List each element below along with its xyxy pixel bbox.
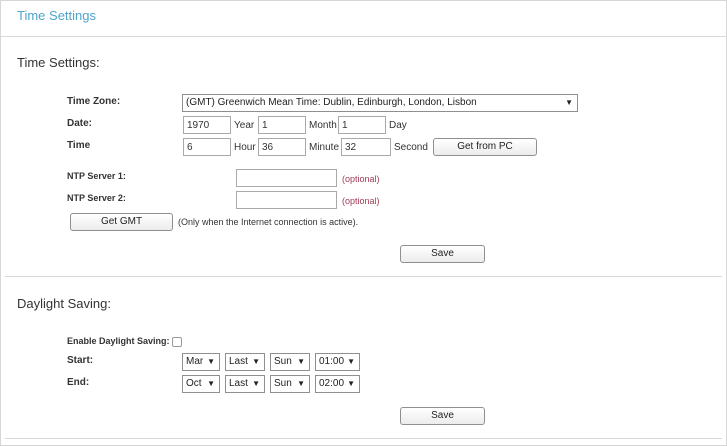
enable-daylight-saving-checkbox[interactable] (172, 337, 182, 347)
ntp-server-2-label: NTP Server 2: (67, 193, 126, 203)
get-from-pc-button[interactable]: Get from PC (433, 138, 537, 156)
start-week-value: Last (229, 356, 248, 367)
start-time-select[interactable]: 01:00 ▼ (315, 353, 360, 371)
month-unit: Month (309, 120, 337, 131)
time-zone-select[interactable]: (GMT) Greenwich Mean Time: Dublin, Edinb… (182, 94, 578, 112)
ntp-server-1-label: NTP Server 1: (67, 171, 126, 181)
daylight-saving-heading: Daylight Saving: (17, 296, 111, 311)
end-month-select[interactable]: Oct ▼ (182, 375, 220, 393)
chevron-down-icon: ▼ (207, 379, 215, 388)
start-label: Start: (67, 355, 94, 366)
enable-daylight-saving-label: Enable Daylight Saving: (67, 336, 170, 346)
time-label: Time (67, 140, 91, 151)
end-day-select[interactable]: Sun ▼ (270, 375, 310, 393)
chevron-down-icon: ▼ (252, 357, 260, 366)
chevron-down-icon: ▼ (297, 379, 305, 388)
end-month-value: Oct (186, 378, 202, 389)
end-week-value: Last (229, 378, 248, 389)
year-input[interactable] (183, 116, 231, 134)
end-day-value: Sun (274, 378, 292, 389)
ntp-server-1-input[interactable] (236, 169, 337, 187)
second-input[interactable] (341, 138, 391, 156)
month-input[interactable] (258, 116, 306, 134)
start-week-select[interactable]: Last ▼ (225, 353, 265, 371)
year-unit: Year (234, 120, 255, 131)
get-gmt-button[interactable]: Get GMT (70, 213, 173, 231)
end-label: End: (67, 377, 90, 388)
minute-unit: Minute (309, 142, 340, 153)
hour-unit: Hour (234, 142, 256, 153)
start-day-select[interactable]: Sun ▼ (270, 353, 310, 371)
day-unit: Day (389, 120, 407, 131)
page-header: Time Settings (1, 1, 726, 37)
end-time-select[interactable]: 02:00 ▼ (315, 375, 360, 393)
save-time-button[interactable]: Save (400, 245, 485, 263)
chevron-down-icon: ▼ (252, 379, 260, 388)
chevron-down-icon: ▼ (297, 357, 305, 366)
save-daylight-saving-button[interactable]: Save (400, 407, 485, 425)
section-divider (5, 276, 722, 277)
chevron-down-icon: ▼ (565, 98, 573, 107)
get-gmt-note: (Only when the Internet connection is ac… (178, 217, 359, 227)
ntp-server-2-optional: (optional) (342, 196, 380, 206)
time-zone-label: Time Zone: (67, 96, 121, 107)
minute-input[interactable] (258, 138, 306, 156)
start-month-value: Mar (186, 356, 204, 367)
date-label: Date: (67, 118, 93, 129)
end-time-value: 02:00 (319, 378, 345, 389)
chevron-down-icon: ▼ (207, 357, 215, 366)
end-week-select[interactable]: Last ▼ (225, 375, 265, 393)
chevron-down-icon: ▼ (347, 357, 355, 366)
start-time-value: 01:00 (319, 356, 345, 367)
page-title: Time Settings (17, 8, 96, 23)
time-settings-heading: Time Settings: (17, 55, 100, 70)
ntp-server-2-input[interactable] (236, 191, 337, 209)
time-zone-value: (GMT) Greenwich Mean Time: Dublin, Edinb… (186, 97, 477, 108)
bottom-divider (5, 438, 722, 439)
second-unit: Second (394, 142, 428, 153)
ntp-server-1-optional: (optional) (342, 174, 380, 184)
chevron-down-icon: ▼ (347, 379, 355, 388)
day-input[interactable] (338, 116, 386, 134)
start-day-value: Sun (274, 356, 292, 367)
hour-input[interactable] (183, 138, 231, 156)
start-month-select[interactable]: Mar ▼ (182, 353, 220, 371)
